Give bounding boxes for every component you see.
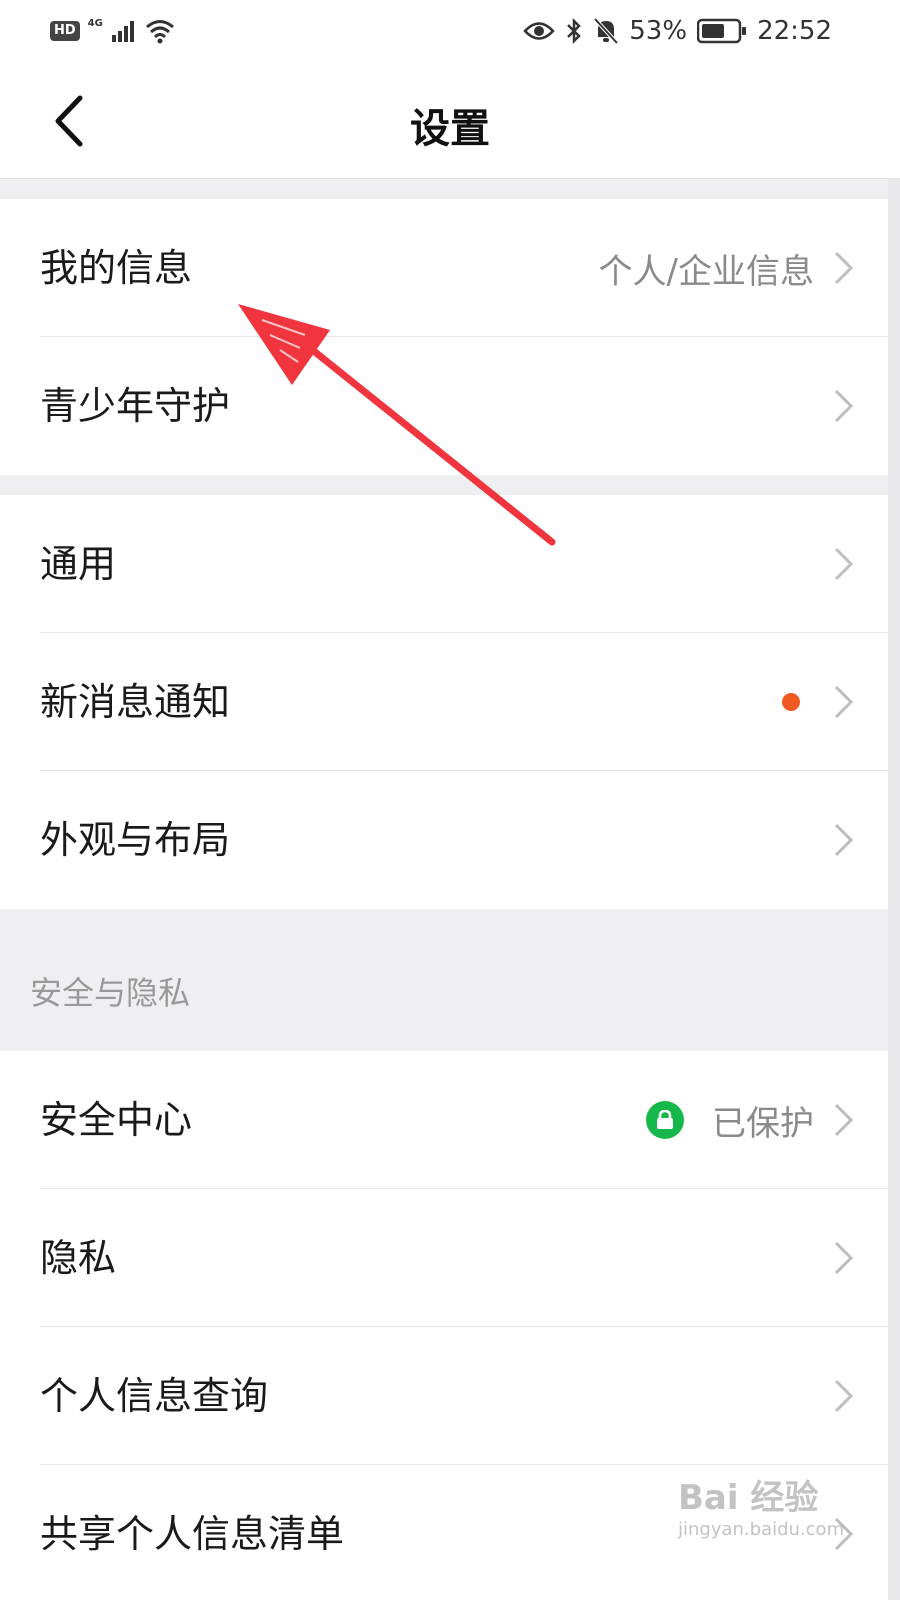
nav-header: 设置 xyxy=(0,64,900,179)
row-label: 我的信息 xyxy=(40,246,193,290)
lock-icon xyxy=(646,1101,684,1139)
battery-icon xyxy=(697,18,747,44)
scroll-edge xyxy=(888,178,900,1600)
chevron-right-icon xyxy=(834,1241,854,1275)
row-personal-info-query[interactable]: 个人信息查询 xyxy=(0,1327,900,1465)
chevron-right-icon xyxy=(834,251,854,285)
row-my-info[interactable]: 我的信息 个人/企业信息 xyxy=(0,199,900,337)
row-youth-protection[interactable]: 青少年守护 xyxy=(0,337,900,475)
bell-off-icon xyxy=(593,17,619,45)
section-gap xyxy=(0,475,900,495)
row-label: 通用 xyxy=(40,542,117,586)
watermark: Bai 经验 jingyan.baidu.com xyxy=(678,1470,878,1560)
network-type: 4G xyxy=(87,17,103,29)
status-right: 53% 22:52 xyxy=(523,12,832,50)
row-label: 共享个人信息清单 xyxy=(40,1512,345,1556)
section-gap xyxy=(0,179,900,199)
watermark-url: jingyan.baidu.com xyxy=(678,1519,845,1540)
row-security-center[interactable]: 安全中心 已保护 xyxy=(0,1051,900,1189)
row-privacy[interactable]: 隐私 xyxy=(0,1189,900,1327)
chevron-right-icon xyxy=(834,823,854,857)
chevron-right-icon xyxy=(834,547,854,581)
chevron-right-icon xyxy=(834,1379,854,1413)
chevron-right-icon xyxy=(834,685,854,719)
row-appearance-layout[interactable]: 外观与布局 xyxy=(0,771,900,909)
row-label: 外观与布局 xyxy=(40,818,231,862)
bluetooth-icon xyxy=(567,17,582,45)
row-label: 青少年守护 xyxy=(40,384,231,428)
page-title: 设置 xyxy=(410,106,490,152)
battery-percent: 53% xyxy=(629,16,688,46)
status-bar: HD 4G 53% 22:52 xyxy=(0,0,900,64)
chevron-right-icon xyxy=(834,389,854,423)
chevron-right-icon xyxy=(834,1103,854,1137)
row-value: 已保护 xyxy=(712,1103,814,1144)
row-label: 新消息通知 xyxy=(40,680,231,724)
section-title-security-privacy: 安全与隐私 xyxy=(30,974,191,1012)
status-left: HD 4G xyxy=(50,14,175,48)
row-label: 隐私 xyxy=(40,1236,117,1280)
clock: 22:52 xyxy=(757,16,832,46)
watermark-logo: Bai 经验 xyxy=(678,1478,819,1518)
signal-icon xyxy=(111,21,134,42)
row-new-message-notification[interactable]: 新消息通知 xyxy=(0,633,900,771)
row-general[interactable]: 通用 xyxy=(0,495,900,633)
row-value: 个人/企业信息 xyxy=(598,251,814,292)
wifi-icon xyxy=(145,20,174,44)
eye-icon xyxy=(523,22,555,40)
unread-dot xyxy=(782,693,800,711)
row-label: 个人信息查询 xyxy=(40,1374,269,1418)
row-label: 安全中心 xyxy=(40,1098,193,1142)
hd-badge: HD xyxy=(50,21,80,41)
